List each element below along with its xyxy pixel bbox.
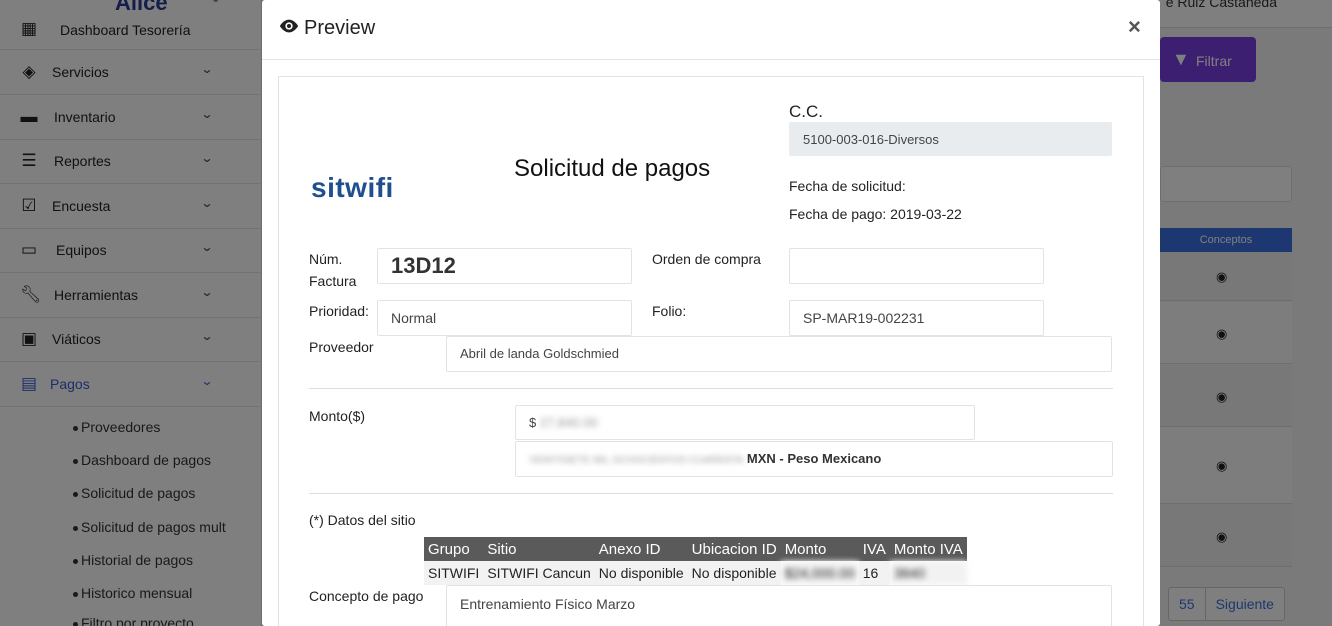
monto-value: 27,840.00	[539, 415, 598, 430]
modal-title: Preview	[304, 17, 376, 39]
proveedor-field[interactable]: Abril de landa Goldschmied	[446, 336, 1112, 372]
proveedor-label: Proveedor	[309, 339, 374, 355]
monto-letra: VEINTISIETE MIL OCHOCIENTOS CUARENTA	[529, 455, 744, 466]
monto-field[interactable]: $ 27,840.00	[515, 405, 975, 440]
num-factura-label: Núm.	[309, 251, 343, 267]
sitwifi-logo: sitwifi	[311, 172, 394, 203]
col-monto: Monto	[780, 537, 859, 561]
sites-table: Grupo Sitio Anexo ID Ubicacion ID Monto …	[424, 537, 967, 585]
num-factura-field[interactable]: 13D12	[377, 248, 632, 284]
cell-ubicacion: No disponible	[687, 561, 781, 585]
cell-grupo: SITWIFI	[424, 561, 484, 585]
cell-sitio: SITWIFI Cancun	[483, 561, 595, 585]
preview-modal: Preview × sitwifi Solicitud de pagos C.C…	[262, 0, 1160, 626]
fecha-pago-label: Fecha de pago: 2019-03-22	[789, 206, 962, 222]
orden-compra-label: Orden de compra	[652, 251, 761, 267]
eye-icon	[279, 19, 299, 33]
prioridad-label: Prioridad:	[309, 303, 369, 319]
modal-header: Preview ×	[262, 0, 1160, 60]
concepto-field[interactable]: Entrenamiento Físico Marzo	[446, 585, 1112, 626]
divider	[309, 388, 1113, 389]
folio-label: Folio:	[652, 303, 687, 319]
table-row: SITWIFI SITWIFI Cancun No disponible No …	[424, 561, 967, 585]
cc-field[interactable]: 5100-003-016-Diversos	[789, 122, 1112, 156]
cell-monto: $24,000.00	[780, 561, 859, 585]
monto-letra-field[interactable]: VEINTISIETE MIL OCHOCIENTOS CUARENTA MXN…	[515, 441, 1113, 477]
concepto-label: Concepto de pago	[309, 588, 424, 604]
datos-sitio-label: (*) Datos del sitio	[309, 512, 416, 528]
col-anexo: Anexo ID	[594, 537, 688, 561]
document-title: Solicitud de pagos	[514, 155, 711, 182]
cc-label: C.C.	[789, 102, 823, 121]
col-monto-iva: Monto IVA	[889, 537, 967, 561]
divider	[309, 493, 1113, 494]
cell-iva: 16	[858, 561, 890, 585]
table-header-row: Grupo Sitio Anexo ID Ubicacion ID Monto …	[424, 537, 967, 561]
moneda: MXN - Peso Mexicano	[746, 451, 882, 466]
cell-monto-iva: 3840	[889, 561, 967, 585]
monto-label: Monto($)	[309, 408, 366, 424]
cell-anexo: No disponible	[594, 561, 688, 585]
num-factura-label-2: Factura	[309, 273, 357, 289]
orden-compra-field[interactable]	[789, 248, 1044, 284]
currency-prefix: $	[529, 415, 537, 430]
col-sitio: Sitio	[483, 537, 595, 561]
col-ubicacion: Ubicacion ID	[687, 537, 781, 561]
col-grupo: Grupo	[424, 537, 484, 561]
fecha-solicitud-label: Fecha de solicitud:	[789, 178, 906, 194]
prioridad-field[interactable]: Normal	[377, 300, 632, 336]
folio-field[interactable]: SP-MAR19-002231	[789, 300, 1044, 336]
close-button[interactable]: ×	[1128, 14, 1141, 40]
col-iva: IVA	[858, 537, 890, 561]
